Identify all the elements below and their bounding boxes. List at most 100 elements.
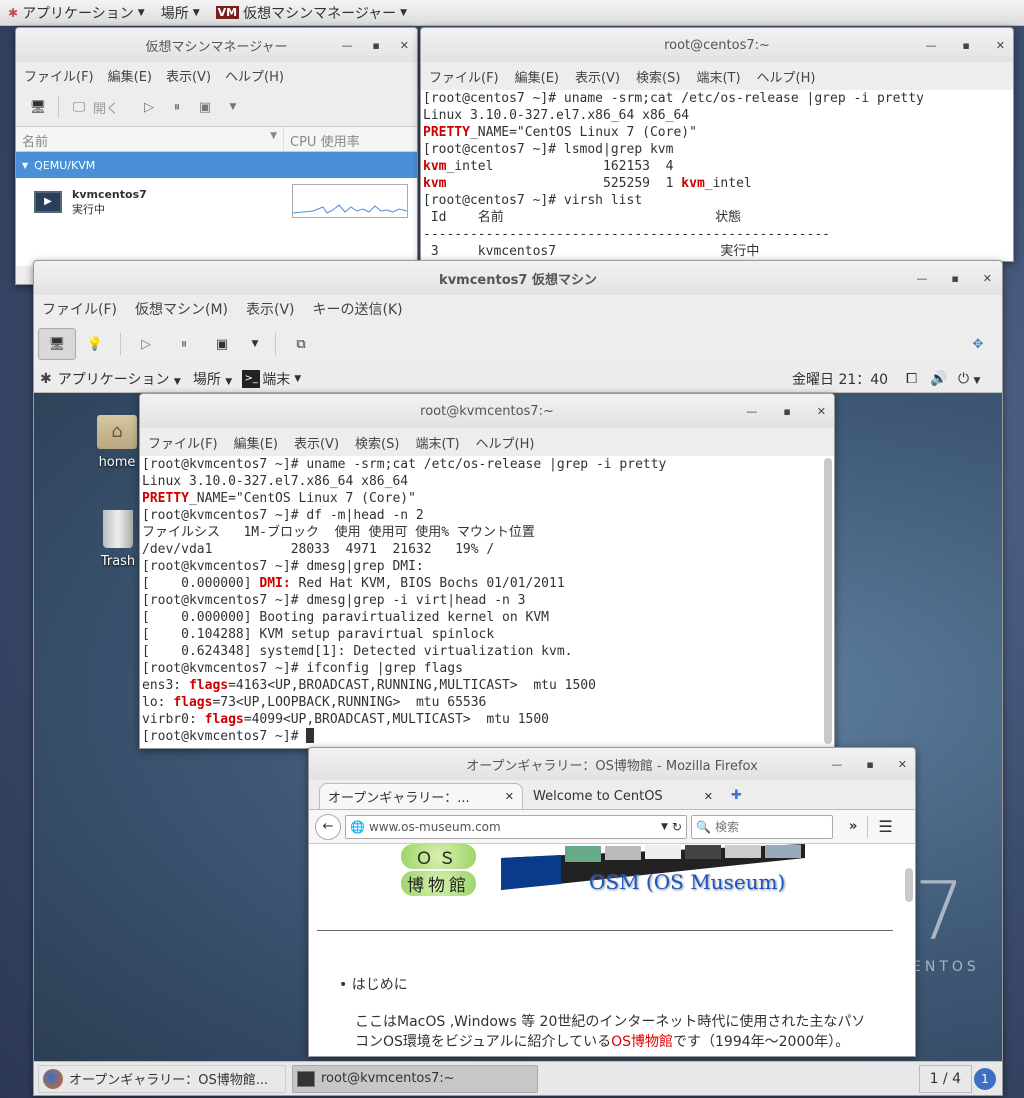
menu-file[interactable]: ファイル(F) [42,299,117,319]
menu-terminal[interactable]: 端末(T) [696,67,740,86]
chevron-down-icon[interactable]: ▼ [661,822,668,832]
notification-icon[interactable]: 1 [974,1068,996,1090]
tab-welcome-centos[interactable]: Welcome to CentOS ✕ [525,783,721,809]
url-bar[interactable]: 🌐 www.os-museum.com ▼ ↻ [345,814,687,839]
open-vm-icon[interactable]: 🖵 [65,94,93,120]
minimize-icon[interactable]: — [746,405,757,418]
overflow-chevron-icon[interactable]: » [849,819,857,834]
trash-desktop-icon[interactable]: Trash [96,510,140,569]
maximize-icon[interactable]: ▪ [783,405,790,418]
chevron-down-icon: ▼ [225,376,233,387]
new-vm-icon[interactable]: 🖥 [24,94,52,120]
snapshot-icon[interactable]: ⧉ [282,331,320,357]
menu-file[interactable]: ファイル(F) [24,66,94,85]
host-terminal-titlebar[interactable]: root@centos7:~ — ▪ ✕ [421,28,1013,62]
menu-view[interactable]: 表示(V) [166,66,211,85]
list-item-intro[interactable]: • はじめに [339,974,408,994]
open-button[interactable]: 開く [93,98,119,117]
menu-help[interactable]: ヘルプ(H) [225,66,284,85]
host-applications-menu[interactable]: ✱ アプリケーション ▼ [0,3,153,23]
close-icon[interactable]: ✕ [400,39,409,52]
shutdown-icon[interactable]: ▣ [203,331,241,357]
tab-close-icon[interactable]: ✕ [704,790,713,803]
guest-clock[interactable]: 金曜日 21：40 [792,369,888,389]
maximize-icon[interactable]: ▪ [962,39,969,52]
menu-view[interactable]: 表示(V) [575,67,620,86]
menu-help[interactable]: ヘルプ(H) [757,67,816,86]
firefox-titlebar[interactable]: オープンギャラリー：OS博物館 - Mozilla Firefox — ▪ ✕ [309,748,915,780]
chevron-down-icon[interactable]: ▼ [241,331,269,357]
workspace-pager[interactable]: 1 / 4 [918,1065,972,1093]
maximize-icon[interactable]: ▪ [372,39,379,52]
chevron-down-icon: ▼ [173,376,181,387]
menu-file[interactable]: ファイル(F) [148,433,218,452]
minimize-icon[interactable]: — [831,758,842,771]
menu-view[interactable]: 表示(V) [294,433,339,452]
details-lightbulb-icon[interactable]: 💡 [76,331,114,357]
guest-terminal-titlebar[interactable]: root@kvmcentos7:~ — ▪ ✕ [140,394,834,428]
vm-row[interactable]: ▶ kvmcentos7 実行中 [16,178,417,226]
menu-edit[interactable]: 編集(E) [515,67,559,86]
os-museum-link[interactable]: OS博物館 [611,1034,673,1050]
firefox-scrollbar[interactable] [905,868,913,902]
hamburger-menu-icon[interactable]: ☰ [878,817,892,836]
menu-file[interactable]: ファイル(F) [429,67,499,86]
menu-help[interactable]: ヘルプ(H) [476,433,535,452]
maximize-icon[interactable]: ▪ [866,758,873,771]
host-places-menu[interactable]: 場所 ▼ [153,3,208,23]
vmm-group-row[interactable]: ▼ QEMU/KVM [16,152,417,178]
back-icon[interactable]: ← [315,813,341,840]
guest-terminal-app-menu[interactable]: >_ 端末 ▼ [242,369,301,389]
vmm-titlebar[interactable]: 仮想マシンマネージャー — ▪ ✕ [16,28,417,62]
menu-send-key[interactable]: キーの送信(K) [313,299,403,319]
guest-screen[interactable]: ✱ アプリケーション ▼ 場所 ▼ >_ 端末 ▼ 金曜日 21：40 ⧠ 🔊 ⏻… [34,365,1002,1095]
new-tab-icon[interactable]: ✚ [723,783,750,809]
guest-terminal-output[interactable]: [root@kvmcentos7 ~]# uname -srm;cat /etc… [140,456,834,748]
close-icon[interactable]: ✕ [898,758,907,771]
host-terminal-output[interactable]: [root@centos7 ~]# uname -srm;cat /etc/os… [421,90,1013,261]
column-name[interactable]: 名前 ▼ [16,127,284,151]
osm-title: OSM (OS Museum) [589,870,786,894]
guest-applications-menu[interactable]: アプリケーション ▼ [58,369,181,389]
pause-icon[interactable]: ⏸ [165,331,203,357]
terminal-line: [root@kvmcentos7 ~]# uname -srm;cat /etc… [142,457,667,472]
menu-search[interactable]: 検索(S) [355,433,399,452]
menu-virtual-machine[interactable]: 仮想マシン(M) [135,299,228,319]
reload-icon[interactable]: ↻ [672,820,682,834]
vm-viewer-titlebar[interactable]: kvmcentos7 仮想マシン — ▪ ✕ [34,261,1002,295]
console-icon[interactable]: 🖥 [38,328,76,360]
fullscreen-icon[interactable]: ✥ [964,331,992,357]
menu-edit[interactable]: 編集(E) [108,66,152,85]
guest-taskbar: オープンギャラリー：OS博物館... root@kvmcentos7:~ 1 /… [34,1061,1002,1095]
taskbar-terminal[interactable]: root@kvmcentos7:~ [292,1064,538,1093]
close-icon[interactable]: ✕ [996,39,1005,52]
run-icon[interactable]: ▷ [127,331,165,357]
screen-icon[interactable]: ⧠ [906,371,917,387]
minimize-icon[interactable]: — [925,39,936,52]
shutdown-icon[interactable]: ▣ [191,94,219,120]
maximize-icon[interactable]: ▪ [951,272,958,285]
column-cpu[interactable]: CPU 使用率 [284,127,366,151]
home-desktop-icon[interactable]: ⌂ home [94,415,140,470]
menu-view[interactable]: 表示(V) [246,299,295,319]
chevron-down-icon[interactable]: ▼ [219,94,247,120]
menu-search[interactable]: 検索(S) [636,67,680,86]
pause-icon[interactable]: ⏸ [163,94,191,120]
close-icon[interactable]: ✕ [817,405,826,418]
host-vmm-app-menu[interactable]: VM 仮想マシンマネージャー ▼ [208,3,415,23]
guest-places-menu[interactable]: 場所 ▼ [193,369,232,389]
minimize-icon[interactable]: — [916,272,927,285]
tab-close-icon[interactable]: ✕ [505,790,514,803]
menu-edit[interactable]: 編集(E) [234,433,278,452]
search-box[interactable]: 🔍 検索 [691,814,833,839]
run-icon[interactable]: ▷ [135,94,163,120]
minimize-icon[interactable]: — [341,39,352,52]
tab-os-museum[interactable]: オープンギャラリー：... ✕ [319,783,523,809]
intro-paragraph: ここはMacOS ,Windows 等 20世紀のインターネット時代に使用された… [355,1014,866,1050]
menu-terminal[interactable]: 端末(T) [415,433,459,452]
taskbar-firefox[interactable]: オープンギャラリー：OS博物館... [38,1064,286,1093]
volume-icon[interactable]: 🔊 [930,371,947,387]
terminal-scrollbar[interactable] [824,458,832,744]
close-icon[interactable]: ✕ [983,272,992,285]
power-icon[interactable]: ⏻ ▼ [958,371,980,387]
